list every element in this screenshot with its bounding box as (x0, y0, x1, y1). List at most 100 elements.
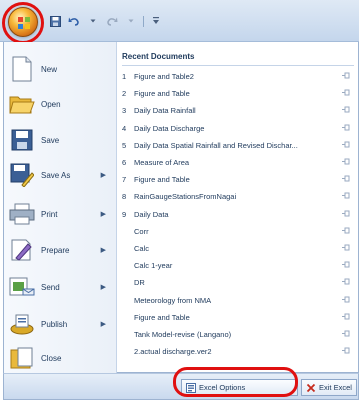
recent-document-name: 2.actual discharge.ver2 (134, 347, 212, 357)
recent-document-name: Figure and Table (134, 175, 190, 185)
prepare-icon (8, 236, 36, 264)
pin-icon[interactable] (342, 192, 350, 199)
recent-document-name: DR (134, 278, 145, 288)
command-label: Close (41, 353, 62, 363)
recent-document-item[interactable]: 2.actual discharge.ver2 (122, 345, 354, 358)
command-open[interactable]: Open (8, 89, 114, 119)
recent-document-item[interactable]: 4 Daily Data Discharge (122, 122, 354, 135)
redo-dropdown-icon[interactable] (124, 14, 138, 28)
pin-icon[interactable] (342, 313, 350, 320)
command-list: New Open Save Save As ▶ Print ▶ Prepare … (4, 42, 117, 373)
recent-document-name: Daily Data Discharge (134, 123, 205, 133)
save-as-icon (8, 161, 36, 189)
command-label: Save As (41, 170, 71, 180)
open-folder-icon (8, 90, 36, 118)
recent-document-name: Meteorology from NMA (134, 295, 212, 305)
printer-icon (8, 200, 36, 228)
command-publish[interactable]: Publish ▶ (8, 309, 114, 339)
recent-document-number: 2 (122, 89, 127, 99)
recent-document-number: 5 (122, 140, 127, 150)
pin-icon[interactable] (342, 210, 350, 217)
customize-arrow-icon[interactable] (149, 14, 163, 28)
command-print[interactable]: Print ▶ (8, 199, 114, 229)
pin-icon[interactable] (342, 158, 350, 165)
submenu-arrow-icon: ▶ (100, 211, 106, 218)
exit-x-icon (306, 383, 316, 392)
recent-document-name: Calc 1-year (134, 261, 173, 271)
recent-document-name: Daily Data Spatial Rainfall and Revised … (134, 140, 298, 150)
recent-document-number: 6 (122, 158, 127, 167)
pin-icon[interactable] (342, 227, 350, 234)
recent-document-number: 9 (122, 209, 127, 219)
quick-access-toolbar (48, 13, 163, 29)
recent-document-name: Figure and Table2 (134, 72, 194, 81)
pin-icon[interactable] (342, 72, 350, 79)
recent-document-number: 7 (122, 175, 127, 185)
command-send[interactable]: Send ▶ (8, 272, 114, 302)
recent-document-item[interactable]: Figure and Table (122, 311, 354, 324)
pin-icon[interactable] (342, 141, 350, 148)
pin-icon[interactable] (342, 175, 350, 182)
title-bar (0, 0, 359, 44)
pin-icon[interactable] (342, 89, 350, 96)
command-save-as[interactable]: Save As ▶ (8, 160, 114, 190)
save-disk-icon (8, 126, 36, 154)
recent-document-item[interactable]: 6 Measure of Area (122, 156, 354, 169)
new-document-icon (8, 55, 36, 83)
recent-document-number: 1 (122, 72, 127, 81)
recent-document-item[interactable]: DR (122, 276, 354, 289)
submenu-arrow-icon: ▶ (100, 172, 106, 179)
recent-documents-panel: Recent Documents 1 Figure and Table2 2 Figu… (118, 42, 358, 373)
recent-document-item[interactable]: Meteorology from NMA (122, 294, 354, 307)
pin-icon[interactable] (342, 330, 350, 337)
recent-document-item[interactable]: 8 RainGaugeStationsFromNagai (122, 190, 354, 203)
recent-document-name: RainGaugeStationsFromNagai (134, 192, 237, 202)
recent-document-item[interactable]: 5 Daily Data Spatial Rainfall and Revised… (122, 139, 354, 152)
office-menu: New Open Save Save As ▶ Print ▶ Prepare … (3, 42, 359, 373)
recent-document-item[interactable]: 3 Daily Data Rainfall (122, 104, 354, 117)
exit-excel-label: Exit Excel (319, 383, 352, 392)
pin-icon[interactable] (342, 296, 350, 303)
excel-options-highlight-ring (173, 367, 298, 397)
command-label: Print (41, 209, 58, 219)
command-save[interactable]: Save (8, 125, 114, 155)
undo-dropdown-icon[interactable] (86, 14, 100, 28)
recent-document-item[interactable]: Corr (122, 225, 354, 238)
recent-document-item[interactable]: 7 Figure and Table (122, 173, 354, 186)
pin-icon[interactable] (342, 244, 350, 251)
recent-document-item[interactable]: Calc (122, 242, 354, 255)
toolbar-separator (143, 15, 144, 27)
recent-document-item[interactable]: 2 Figure and Table (122, 87, 354, 100)
pin-icon[interactable] (342, 347, 350, 354)
publish-icon (8, 310, 36, 338)
recent-document-name: Tank Model-revise (Langano) (134, 330, 232, 339)
submenu-arrow-icon: ▶ (100, 247, 106, 254)
close-document-icon (8, 344, 36, 372)
pin-icon[interactable] (342, 124, 350, 131)
pin-icon[interactable] (342, 261, 350, 268)
command-label: New (41, 64, 58, 74)
command-label: Save (41, 135, 60, 145)
submenu-arrow-icon: ▶ (100, 284, 106, 291)
exit-excel-button[interactable]: Exit Excel (301, 379, 357, 396)
command-label: Prepare (41, 245, 70, 255)
command-label: Open (41, 99, 61, 109)
redo-icon[interactable] (105, 14, 119, 28)
command-close[interactable]: Close (8, 343, 114, 373)
recent-document-item[interactable]: 1 Figure and Table2 (122, 70, 354, 83)
recent-document-number: 8 (122, 192, 127, 202)
recent-documents-header: Recent Documents (122, 52, 354, 66)
command-new[interactable]: New (8, 54, 114, 84)
recent-document-item[interactable]: Tank Model-revise (Langano) (122, 328, 354, 341)
recent-document-name: Measure of Area (134, 158, 190, 167)
command-prepare[interactable]: Prepare ▶ (8, 235, 114, 265)
recent-document-name: Figure and Table (134, 312, 190, 322)
recent-document-item[interactable]: 9 Daily Data (122, 208, 354, 221)
pin-icon[interactable] (342, 278, 350, 285)
send-icon (8, 273, 36, 301)
undo-icon[interactable] (67, 14, 81, 28)
save-icon[interactable] (48, 14, 62, 28)
recent-document-item[interactable]: Calc 1-year (122, 259, 354, 272)
command-label: Publish (41, 319, 68, 329)
pin-icon[interactable] (342, 106, 350, 113)
